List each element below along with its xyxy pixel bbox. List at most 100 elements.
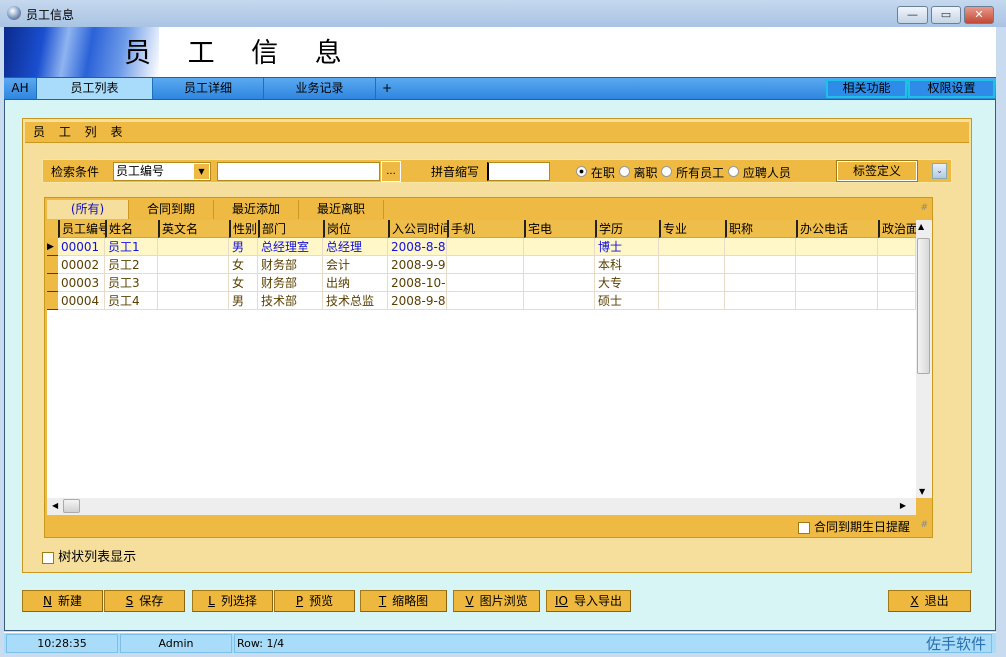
column-header[interactable]: 专业 [659, 220, 725, 238]
preview-button[interactable]: P 预览 [274, 590, 355, 612]
column-header[interactable]: 入公司时间 [388, 220, 447, 238]
table-cell[interactable]: 男 [229, 292, 258, 310]
grid-tab-all[interactable]: (所有) [47, 200, 129, 219]
table-cell[interactable] [158, 292, 229, 310]
scroll-right-icon[interactable]: ▶ [900, 501, 906, 510]
radio-all-employees[interactable]: 所有员工 [661, 166, 724, 180]
tab-employee-list[interactable]: 员工列表 [37, 78, 153, 99]
exit-button[interactable]: X 退出 [888, 590, 971, 612]
tag-definition-button[interactable]: 标签定义 [836, 160, 918, 182]
table-cell[interactable] [524, 256, 595, 274]
table-cell[interactable] [878, 274, 916, 292]
row-indicator[interactable] [47, 274, 58, 292]
table-cell[interactable]: 财务部 [258, 274, 323, 292]
tab-ah[interactable]: AH [4, 78, 37, 99]
table-cell[interactable]: 女 [229, 256, 258, 274]
row-indicator[interactable] [47, 292, 58, 310]
table-cell[interactable]: 2008-9-9 [388, 256, 447, 274]
image-browse-button[interactable]: V 图片浏览 [453, 590, 540, 612]
column-select-button[interactable]: L 列选择 [192, 590, 273, 612]
tree-view-checkbox[interactable]: 树状列表显示 [42, 546, 136, 565]
table-cell[interactable]: 00001 [58, 238, 105, 256]
column-header[interactable]: 学历 [595, 220, 659, 238]
permission-settings-button[interactable]: 权限设置 [908, 79, 995, 98]
table-cell[interactable] [659, 238, 725, 256]
table-cell[interactable]: 技术部 [258, 292, 323, 310]
table-cell[interactable] [725, 274, 796, 292]
close-button[interactable]: ✕ [964, 6, 994, 24]
table-cell[interactable] [447, 238, 524, 256]
table-cell[interactable] [524, 238, 595, 256]
table-cell[interactable] [796, 274, 878, 292]
table-cell[interactable] [659, 274, 725, 292]
radio-active[interactable]: 在职 [576, 166, 615, 180]
tab-add[interactable]: + [376, 78, 398, 99]
table-cell[interactable] [878, 256, 916, 274]
table-cell[interactable]: 2008-10- [388, 274, 447, 292]
column-header[interactable]: 手机 [447, 220, 524, 238]
column-header[interactable]: 部门 [258, 220, 323, 238]
table-cell[interactable]: 员工1 [105, 238, 158, 256]
import-export-button[interactable]: IO 导入导出 [546, 590, 631, 612]
table-cell[interactable]: 总经理室 [258, 238, 323, 256]
column-header[interactable]: 姓名 [105, 220, 158, 238]
table-cell[interactable]: 总经理 [323, 238, 388, 256]
column-header[interactable]: 员工编号 [58, 220, 105, 238]
scroll-up-icon[interactable]: ▲ [918, 222, 924, 231]
browse-button[interactable]: ... [381, 161, 401, 182]
vertical-scrollbar[interactable]: ▲ ▼ [916, 220, 932, 498]
table-cell[interactable]: 员工2 [105, 256, 158, 274]
table-cell[interactable] [158, 256, 229, 274]
table-cell[interactable] [447, 256, 524, 274]
grid-tab-recently-added[interactable]: 最近添加 [214, 200, 299, 219]
column-header[interactable]: 宅电 [524, 220, 595, 238]
table-cell[interactable]: 女 [229, 274, 258, 292]
table-cell[interactable] [878, 292, 916, 310]
table-cell[interactable]: 00002 [58, 256, 105, 274]
search-input[interactable] [217, 162, 380, 181]
table-cell[interactable] [659, 256, 725, 274]
tab-business-records[interactable]: 业务记录 [264, 78, 376, 99]
table-cell[interactable]: 硕士 [595, 292, 659, 310]
column-header[interactable]: 职称 [725, 220, 796, 238]
table-cell[interactable]: 大专 [595, 274, 659, 292]
column-header[interactable]: 岗位 [323, 220, 388, 238]
vertical-scroll-thumb[interactable] [917, 238, 930, 374]
table-cell[interactable] [796, 238, 878, 256]
table-cell[interactable]: 00003 [58, 274, 105, 292]
table-cell[interactable]: 会计 [323, 256, 388, 274]
table-cell[interactable] [878, 238, 916, 256]
column-header[interactable]: 英文名 [158, 220, 229, 238]
tab-employee-detail[interactable]: 员工详细 [153, 78, 264, 99]
table-cell[interactable] [447, 274, 524, 292]
table-cell[interactable] [796, 256, 878, 274]
table-cell[interactable]: 员工3 [105, 274, 158, 292]
radio-applicants[interactable]: 应聘人员 [728, 166, 791, 180]
expand-chevron-icon[interactable]: ⌄ [932, 163, 947, 179]
thumbnail-button[interactable]: T 缩略图 [360, 590, 447, 612]
table-cell[interactable]: 男 [229, 238, 258, 256]
table-cell[interactable]: 2008-8-8 [388, 238, 447, 256]
table-cell[interactable]: 博士 [595, 238, 659, 256]
table-cell[interactable] [447, 292, 524, 310]
table-cell[interactable] [725, 292, 796, 310]
table-cell[interactable] [158, 238, 229, 256]
current-row-indicator[interactable]: ▶ [47, 238, 58, 256]
column-header[interactable]: 性别 [229, 220, 258, 238]
table-cell[interactable]: 2008-9-8 [388, 292, 447, 310]
new-button[interactable]: N 新建 [22, 590, 103, 612]
radio-resigned[interactable]: 离职 [618, 166, 658, 180]
column-header[interactable]: 办公电话 [796, 220, 878, 238]
maximize-button[interactable]: ▭ [931, 6, 961, 24]
row-indicator[interactable] [47, 256, 58, 274]
table-cell[interactable] [725, 238, 796, 256]
table-cell[interactable] [659, 292, 725, 310]
table-cell[interactable]: 出纳 [323, 274, 388, 292]
scroll-left-icon[interactable]: ◀ [52, 501, 58, 510]
scroll-down-icon[interactable]: ▼ [919, 487, 925, 496]
table-cell[interactable]: 00004 [58, 292, 105, 310]
save-button[interactable]: S 保存 [104, 590, 185, 612]
table-cell[interactable]: 员工4 [105, 292, 158, 310]
table-cell[interactable] [158, 274, 229, 292]
table-cell[interactable] [796, 292, 878, 310]
